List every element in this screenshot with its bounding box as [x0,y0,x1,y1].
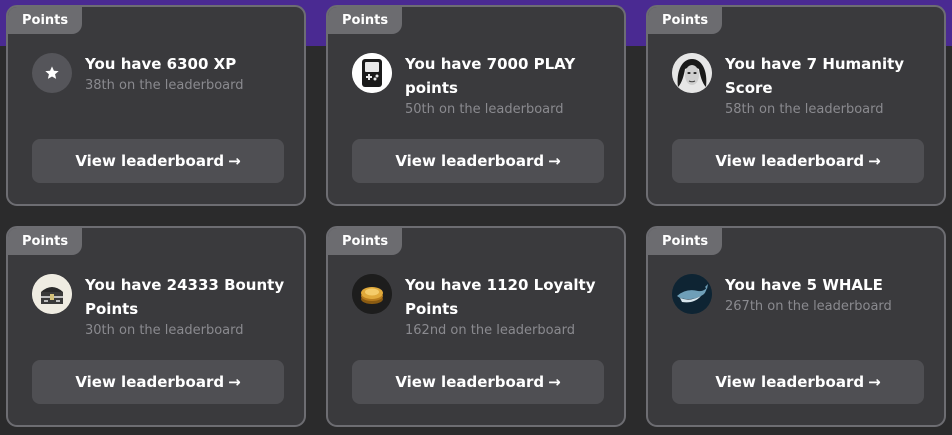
arrow-right-icon: → [228,152,241,170]
leaderboard-rank: 50th on the leaderboard [405,102,564,117]
arrow-right-icon: → [548,373,561,391]
view-leaderboard-label: View leaderboard [395,152,545,170]
points-title: You have 5 WHALE [725,276,883,294]
points-card-bounty: Points You have 24333 Bounty Points 30th… [6,226,306,427]
points-tag: Points [328,228,403,255]
points-card-humanity: Points You have 7 Humanity Score 58th on… [646,5,946,206]
points-tag: Points [8,228,83,255]
points-title: You have 7000 PLAY points [405,55,576,97]
points-title: You have 6300 XP [85,55,237,73]
leaderboard-rank: 267th on the leaderboard [725,299,892,314]
view-leaderboard-button[interactable]: View leaderboard → [352,360,604,404]
leaderboard-rank: 38th on the leaderboard [85,78,244,93]
points-card-loyalty: Points You have 1120 Loyalty Points 162n… [326,226,626,427]
points-tag: Points [648,7,723,34]
view-leaderboard-button[interactable]: View leaderboard → [672,139,924,183]
leaderboard-rank: 30th on the leaderboard [85,323,244,338]
arrow-right-icon: → [868,152,881,170]
treasure-chest-icon [32,274,72,314]
view-leaderboard-button[interactable]: View leaderboard → [32,360,284,404]
view-leaderboard-label: View leaderboard [715,373,865,391]
star-icon [32,53,72,93]
view-leaderboard-label: View leaderboard [395,373,545,391]
arrow-right-icon: → [548,152,561,170]
points-tag: Points [328,7,403,34]
arrow-right-icon: → [228,373,241,391]
points-card-whale: Points You have 5 WHALE 267th on the lea… [646,226,946,427]
points-tag: Points [8,7,83,34]
leaderboard-rank: 58th on the leaderboard [725,102,884,117]
view-leaderboard-label: View leaderboard [715,152,865,170]
arrow-right-icon: → [868,373,881,391]
view-leaderboard-label: View leaderboard [75,373,225,391]
gameboy-icon [352,53,392,93]
points-card-xp: Points You have 6300 XP 38th on the lead… [6,5,306,206]
leaderboard-rank: 162nd on the leaderboard [405,323,575,338]
points-title: You have 7 Humanity Score [725,55,905,97]
face-avatar-icon [672,53,712,93]
whale-icon [672,274,712,314]
view-leaderboard-button[interactable]: View leaderboard → [672,360,924,404]
points-card-play: Points You have 7000 PLAY points 50th on… [326,5,626,206]
view-leaderboard-button[interactable]: View leaderboard → [352,139,604,183]
points-title: You have 1120 Loyalty Points [405,276,596,318]
view-leaderboard-button[interactable]: View leaderboard → [32,139,284,183]
points-title: You have 24333 Bounty Points [85,276,285,318]
points-tag: Points [648,228,723,255]
view-leaderboard-label: View leaderboard [75,152,225,170]
gold-coins-icon [352,274,392,314]
